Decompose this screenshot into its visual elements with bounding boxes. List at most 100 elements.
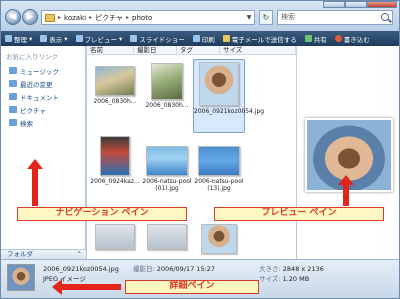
preview-pane (297, 46, 399, 259)
search-placeholder: 検索 (281, 13, 295, 21)
nav-item-documents[interactable]: ドキュメント (1, 90, 85, 103)
close-button[interactable] (367, 1, 397, 8)
file-item[interactable]: 2006-natsu-pool (13).jpg (193, 146, 245, 192)
column-header-date[interactable]: 撮影日 (134, 46, 177, 54)
arrow-right-icon: ▶ (26, 12, 34, 22)
details-date-value: 2006/09/17 15:27 (156, 265, 216, 273)
title-bar: ◀ ▶ ▸ kozaki ▸ ピクチャ ▸ photo ▼ ↻ 検索 (1, 1, 399, 31)
nav-item-label: 検索 (20, 119, 33, 128)
disc-icon (334, 35, 342, 42)
recent-icon (9, 80, 17, 87)
slideshow-icon (130, 35, 138, 42)
share-button[interactable]: 共有 (304, 34, 327, 44)
file-name: 2006_0830h... (145, 102, 189, 109)
column-headers: 名前 撮影日 タグ サイズ (87, 46, 296, 55)
thumbnail-image (198, 146, 240, 176)
refresh-button[interactable]: ↻ (259, 10, 273, 25)
maximize-button[interactable] (345, 1, 367, 8)
preview-icon (75, 35, 83, 42)
thumbnail-image (199, 62, 239, 106)
back-button[interactable]: ◀ (5, 9, 21, 25)
details-filename: 2006_0921koz0054.jpg (43, 265, 119, 273)
file-name: 2006-natsu-pool (13).jpg (194, 178, 244, 192)
file-item-selected[interactable]: 2006_0921koz0054.jpg (193, 59, 265, 133)
file-item[interactable]: 2006-natsu-pool (01).jpg (141, 146, 193, 192)
nav-item-search[interactable]: 検索 (1, 116, 85, 129)
nav-item-recent[interactable]: 最近の変更 (1, 77, 85, 90)
nav-item-pictures[interactable]: ピクチャ (1, 103, 85, 116)
print-label: 印刷 (201, 35, 215, 44)
view-button[interactable]: 表示 ▾ (40, 34, 68, 44)
burn-label: 書き込む (343, 35, 370, 44)
breadcrumb-segment[interactable]: photo (132, 14, 152, 22)
thumbnail-image (201, 224, 237, 254)
details-filesize-value: 1.20 MB (282, 275, 310, 283)
column-header-size[interactable]: サイズ (220, 46, 296, 54)
organize-button[interactable]: 整理 ▾ (5, 34, 32, 44)
mail-icon (222, 35, 230, 42)
thumbnail-image (100, 136, 130, 176)
preview-button[interactable]: プレビュー ▾ (75, 34, 122, 44)
forward-button[interactable]: ▶ (22, 9, 38, 25)
details-date-label: 撮影日: (133, 265, 155, 273)
folder-label: フォルダ (7, 250, 33, 258)
share-label: 共有 (313, 35, 327, 44)
file-item[interactable]: 2006_0924kaz... (89, 136, 141, 185)
file-name: 2006_0921koz0054.jpg (194, 108, 265, 115)
folder-toggle[interactable]: フォルダ ⌃ (1, 249, 86, 259)
minimize-button[interactable] (323, 1, 345, 8)
search-input[interactable]: 検索 (277, 10, 393, 25)
details-type: JPEG イメージ (43, 275, 86, 283)
nav-item-label: ドキュメント (20, 93, 59, 102)
file-item[interactable] (141, 224, 193, 252)
details-filesize: サイズ: 1.20 MB (259, 275, 309, 283)
window-controls (323, 1, 397, 8)
details-size-label: 大きさ: (259, 265, 281, 273)
arrow-left-icon: ◀ (9, 12, 17, 22)
view-icon (40, 35, 48, 42)
annotation-arrow-nav (27, 159, 43, 206)
nav-item-label: ミュージック (20, 67, 59, 76)
file-item[interactable]: 2006_0830h... (141, 63, 193, 109)
nav-item-music[interactable]: ミュージック (1, 64, 85, 77)
breadcrumb-segment[interactable]: kozaki (64, 14, 86, 22)
file-item[interactable] (193, 224, 245, 256)
file-list: 名前 撮影日 タグ サイズ 2006_0830h... 2006_0830h..… (87, 46, 296, 259)
print-button[interactable]: 印刷 (192, 34, 215, 44)
annotation-arrow-preview (338, 175, 354, 206)
file-name: 2006_0924kaz... (90, 178, 140, 185)
printer-icon (192, 35, 200, 42)
annotation-arrow-details (52, 279, 121, 295)
search-folder-icon (9, 119, 17, 126)
thumbnail-image (151, 63, 183, 100)
chevron-right-icon: ▸ (89, 14, 93, 21)
file-item[interactable] (89, 224, 141, 252)
folder-icon (45, 13, 55, 22)
thumbnail-image (95, 224, 135, 250)
slideshow-label: スライドショー (139, 35, 185, 44)
thumbnail-image (95, 66, 135, 96)
music-icon (9, 67, 17, 74)
chevron-down-icon[interactable]: ▼ (244, 14, 254, 21)
organize-icon (5, 35, 12, 42)
burn-button[interactable]: 書き込む (334, 34, 370, 44)
callout-details-pane: 詳細ペイン (125, 280, 259, 294)
address-bar[interactable]: ▸ kozaki ▸ ピクチャ ▸ photo ▼ (41, 10, 255, 25)
favorites-header: お気に入りリンク (6, 53, 58, 61)
email-button[interactable]: 電子メールで送信する (222, 34, 297, 44)
picture-icon (9, 106, 17, 113)
thumbnail-image (146, 146, 188, 176)
thumbnail-image (147, 224, 187, 250)
details-filesize-label: サイズ: (259, 275, 281, 283)
chevron-right-icon: ▸ (58, 14, 62, 21)
breadcrumb-segment[interactable]: ピクチャ (95, 13, 123, 23)
nav-item-label: ピクチャ (20, 106, 46, 115)
slideshow-button[interactable]: スライドショー (130, 34, 185, 44)
column-header-tags[interactable]: タグ (177, 46, 220, 54)
details-date: 撮影日: 2006/09/17 15:27 (133, 265, 215, 273)
chevron-up-icon: ⌃ (76, 250, 82, 258)
file-name: 2006-natsu-pool (01).jpg (142, 178, 192, 192)
file-item[interactable]: 2006_0830h... (89, 66, 141, 105)
column-header-name[interactable]: 名前 (87, 46, 134, 54)
callout-navigation-pane: ナビゲーション ペイン (17, 207, 187, 221)
